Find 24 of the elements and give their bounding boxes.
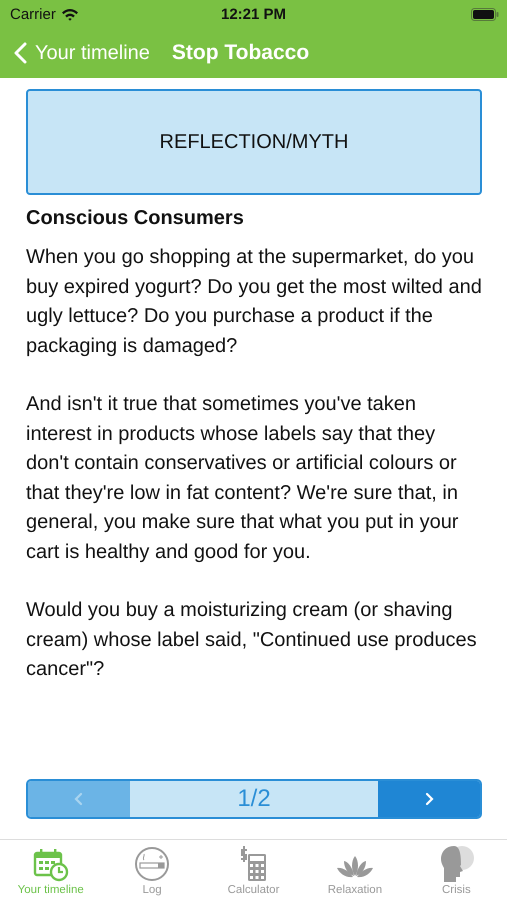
chevron-right-icon [424, 792, 434, 806]
back-button[interactable]: Your timeline [14, 42, 150, 64]
article-paragraph: When you go shopping at the supermarket, do you buy expired yogurt? Do you get the most wilted and ugly lettuce? Do you purchase a product if the packaging is damaged? [26, 245, 482, 358]
tab[interactable]: Calculator [202, 840, 304, 900]
article-heading: Conscious Consumers [26, 207, 245, 230]
calculator-icon [238, 846, 269, 882]
article-paragraph: Would you buy a moisturizing cream (or shaving cream) whose label said, "Continued use produces cancer"? [26, 598, 478, 682]
article-paragraph: And isn't it true that sometimes you've taken interest in products whose labels say that they don't contain conservatives or artificial colours or that they're low in fat content? We're sure that, in general, you make sure that what you put in your cart is healthy and good for you. [26, 392, 460, 564]
chevron-left-icon [74, 792, 84, 806]
screen-title: Stop Tobacco [172, 41, 310, 65]
page-indicator: 1/2 [236, 784, 272, 814]
calendar-clock-icon [32, 848, 69, 882]
battery-icon [471, 8, 499, 20]
tab[interactable]: Relaxation [304, 840, 406, 900]
tab[interactable]: Crisis [406, 840, 507, 900]
tab[interactable]: Your timeline [0, 840, 102, 900]
time-label: 12:21 PM [220, 6, 286, 22]
tab[interactable]: Log [101, 840, 203, 900]
next-page-button[interactable] [378, 781, 480, 817]
carrier-label: Carrier [10, 6, 56, 22]
category-banner: REFLECTION/MYTH [26, 89, 482, 195]
no-smoking-cigarette-icon [134, 846, 170, 882]
chevron-left-icon [14, 42, 27, 64]
wifi-icon [60, 8, 79, 20]
